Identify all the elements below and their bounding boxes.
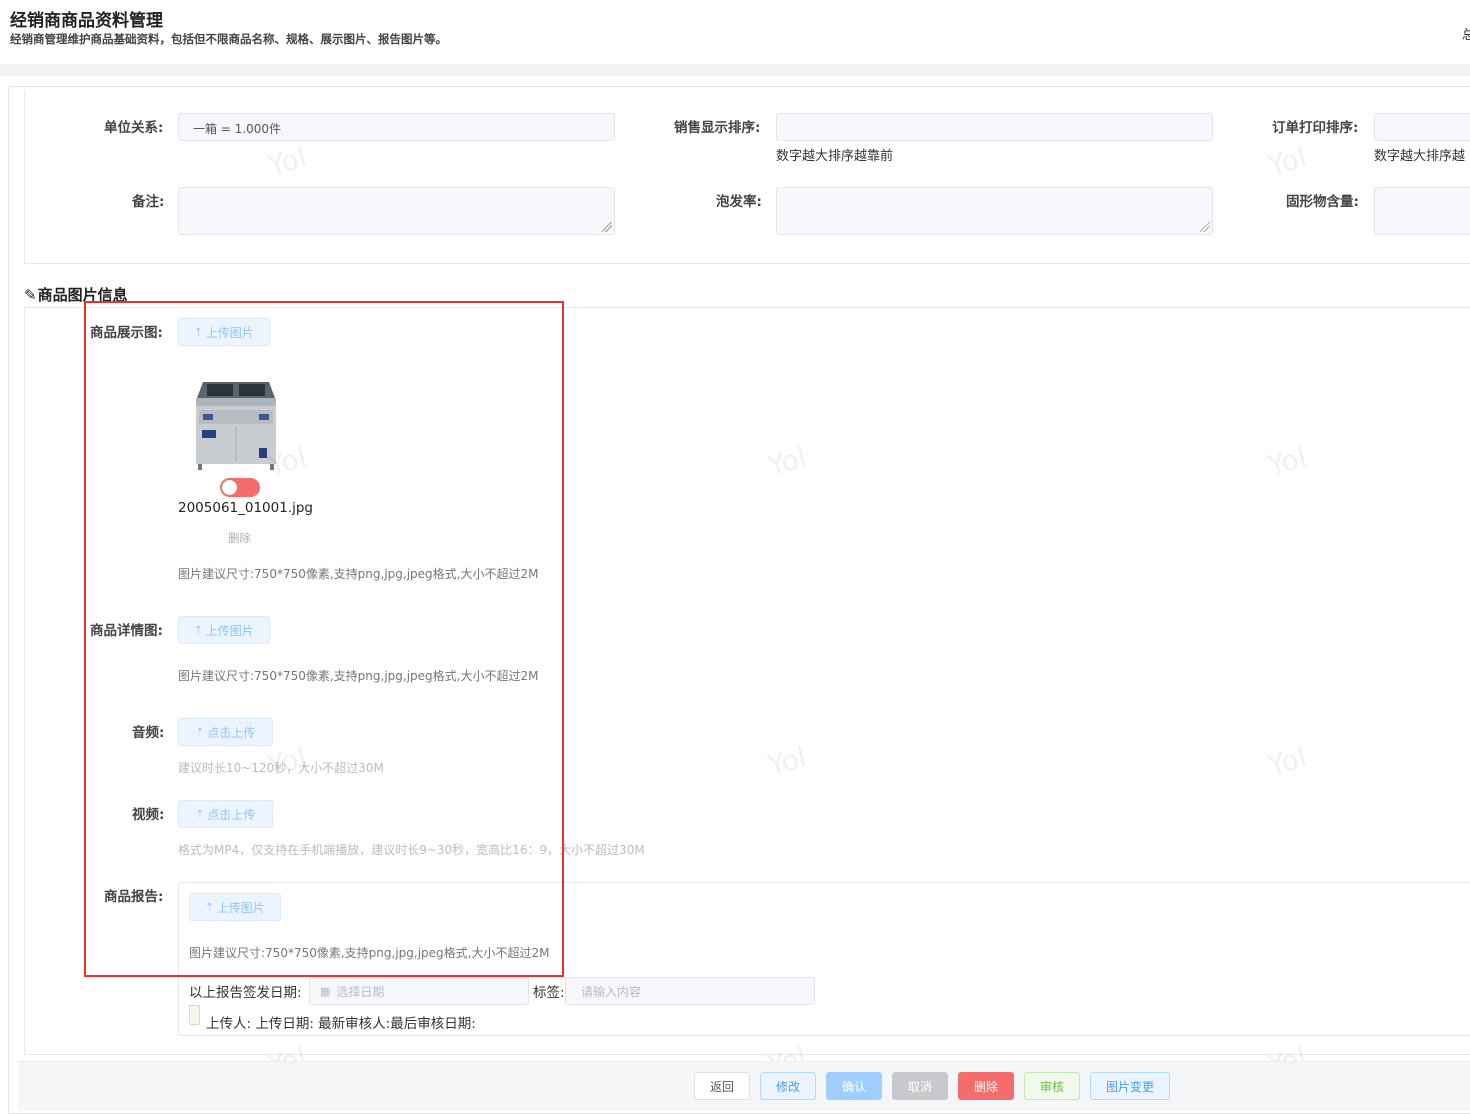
video-upload-label: 点击上传 [207, 807, 256, 822]
foam-rate-textarea[interactable] [776, 187, 1213, 235]
report-tag-placeholder: 请输入内容 [581, 984, 642, 999]
remark-label: 备注: [132, 194, 165, 210]
audio-hint: 建议时长10~120秒，大小不超过30M [178, 761, 384, 775]
sales-display-order-label: 销售显示排序: [674, 120, 761, 136]
report-hint: 图片建议尺寸:750*750像素,支持png,jpg,jpeg格式,大小不超过2… [189, 946, 550, 960]
report-select-checkbox[interactable] [189, 1005, 200, 1025]
image-section-heading: ✎商品图片信息 [24, 284, 128, 305]
edit-icon: ✎ [24, 286, 37, 304]
order-print-order-label: 订单打印排序: [1272, 120, 1359, 136]
page-header: 经销商商品资料管理 经销商管理维护商品基础资料，包括但不限商品名称、规格、展示图… [0, 0, 1470, 64]
image-section-title: 商品图片信息 [37, 286, 128, 304]
report-issue-date-label: 以上报告签发日期: [189, 985, 302, 1001]
unit-relation-label: 单位关系: [104, 120, 164, 136]
solid-content-textarea[interactable] [1374, 187, 1470, 235]
cancel-button[interactable]: 取消 [892, 1072, 948, 1100]
foam-rate-label: 泡发率: [716, 194, 762, 210]
display-image-label: 商品展示图: [90, 325, 163, 341]
sales-display-order-input[interactable] [776, 113, 1213, 141]
report-meta-line: 上传人: 上传日期: 最新审核人:最后审核日期: [206, 1016, 476, 1032]
audio-upload-button[interactable]: ⇡ 点击上传 [178, 718, 273, 746]
display-image-hint: 图片建议尺寸:750*750像素,支持png,jpg,jpeg格式,大小不超过2… [178, 567, 539, 581]
delete-button[interactable]: 删除 [958, 1072, 1014, 1100]
report-issue-date-picker[interactable]: ▦ 选择日期 [309, 977, 529, 1005]
report-upload-label: 上传图片 [216, 900, 265, 915]
page-subtitle: 经销商管理维护商品基础资料，包括但不限商品名称、规格、展示图片、报告图片等。 [10, 32, 447, 46]
upload-icon: ⇡ [205, 901, 214, 913]
audio-upload-label: 点击上传 [207, 725, 256, 740]
display-image-upload-button[interactable]: ⇡ 上传图片 [178, 318, 270, 346]
detail-image-upload-label: 上传图片 [205, 623, 254, 638]
audio-label: 音频: [132, 725, 165, 741]
edit-button[interactable]: 修改 [760, 1072, 816, 1100]
report-tag-label: 标签: [533, 985, 565, 1001]
header-divider [0, 64, 1470, 76]
report-upload-button[interactable]: ⇡ 上传图片 [189, 893, 281, 921]
upload-icon: ⇡ [195, 808, 205, 820]
header-right-text: 总 [1462, 28, 1470, 43]
report-tag-input[interactable]: 请输入内容 [565, 977, 815, 1005]
video-label: 视频: [132, 807, 165, 823]
order-print-order-hint: 数字越大排序越 [1374, 149, 1466, 164]
video-upload-button[interactable]: ⇡ 点击上传 [178, 800, 273, 828]
image-change-button[interactable]: 图片变更 [1090, 1072, 1170, 1100]
remark-textarea[interactable] [178, 187, 615, 235]
display-image-file-name: 2005061_01001.jpg [178, 500, 313, 516]
toggle-knob [222, 480, 237, 495]
calendar-icon: ▦ [320, 984, 331, 998]
image-display-toggle[interactable] [220, 478, 260, 497]
upload-icon: ⇡ [195, 726, 205, 738]
unit-relation-field[interactable]: 一箱 = 1.000件 [178, 113, 615, 141]
video-hint: 格式为MP4，仅支持在手机端播放，建议时长9~30秒，宽高比16：9，大小不超过… [178, 843, 645, 857]
product-thumbnail[interactable] [193, 374, 279, 472]
resize-handle-icon[interactable] [602, 222, 612, 232]
report-issue-date-placeholder: 选择日期 [336, 984, 385, 999]
order-print-order-input[interactable] [1374, 113, 1470, 141]
display-image-delete-link[interactable]: 删除 [228, 530, 251, 546]
confirm-button[interactable]: 确认 [826, 1072, 882, 1100]
display-image-upload-label: 上传图片 [205, 325, 254, 340]
solid-content-label: 固形物含量: [1286, 194, 1359, 210]
detail-image-hint: 图片建议尺寸:750*750像素,支持png,jpg,jpeg格式,大小不超过2… [178, 669, 539, 683]
detail-image-label: 商品详情图: [90, 623, 163, 639]
upload-icon: ⇡ [194, 326, 203, 338]
audit-button[interactable]: 审核 [1024, 1072, 1080, 1100]
upload-icon: ⇡ [194, 624, 203, 636]
sales-display-order-hint: 数字越大排序越靠前 [776, 149, 894, 164]
resize-handle-icon[interactable] [1200, 222, 1210, 232]
report-label: 商品报告: [104, 889, 164, 905]
page-title: 经销商商品资料管理 [10, 11, 163, 31]
back-button[interactable]: 返回 [694, 1072, 750, 1100]
detail-image-upload-button[interactable]: ⇡ 上传图片 [178, 616, 270, 644]
